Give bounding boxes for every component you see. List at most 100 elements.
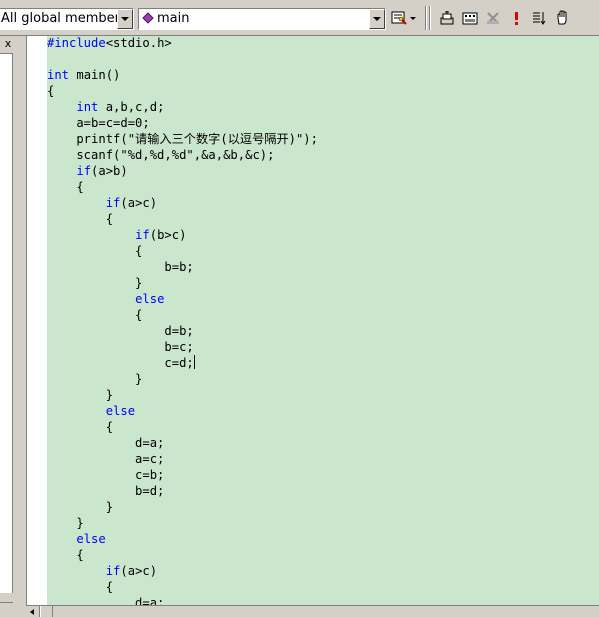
members-filter-combo[interactable]: All global members	[0, 8, 134, 30]
code-text: }	[47, 372, 143, 386]
code-line[interactable]: b=c;	[47, 339, 194, 355]
code-line[interactable]: b=d;	[47, 483, 164, 499]
code-text: c=d;	[47, 356, 194, 370]
code-text: }	[47, 500, 114, 514]
code-line[interactable]: {	[47, 179, 83, 195]
code-text: {	[47, 548, 84, 562]
code-text: <stdio.h>	[105, 36, 172, 50]
code-text: (b>c)	[149, 228, 187, 242]
code-text: main()	[69, 68, 121, 82]
close-icon[interactable]: x	[1, 38, 15, 50]
code-line[interactable]: {	[47, 243, 142, 259]
code-keyword: else	[135, 292, 165, 306]
code-line[interactable]: d=a;	[47, 595, 164, 605]
workspace-panel: x	[0, 36, 18, 617]
build-icon[interactable]	[460, 8, 480, 28]
code-keyword: if	[105, 196, 121, 210]
code-keyword: if	[76, 164, 92, 178]
code-line[interactable]: if(a>c)	[47, 563, 157, 579]
code-editor[interactable]: #include<stdio.h> int main(){ int a,b,c,d…	[26, 36, 599, 605]
code-text: scanf("%d,%d,%d",&a,&b,&c);	[47, 148, 275, 162]
stop-build-icon[interactable]	[483, 8, 503, 28]
code-text: (a>b)	[91, 164, 128, 178]
code-text: d=b;	[47, 324, 194, 338]
code-text: d=a;	[47, 436, 165, 450]
code-line[interactable]: else	[47, 403, 135, 419]
function-combo[interactable]: main	[138, 8, 386, 30]
code-line[interactable]: if(a>b)	[47, 163, 128, 179]
code-line[interactable]: }	[47, 499, 113, 515]
code-line[interactable]: }	[47, 387, 113, 403]
code-text: a=c;	[47, 452, 165, 466]
code-line[interactable]: {	[47, 307, 142, 323]
code-line[interactable]: scanf("%d,%d,%d",&a,&b,&c);	[47, 147, 274, 163]
wizard-icon[interactable]	[389, 8, 409, 28]
code-line[interactable]: c=b;	[47, 467, 164, 483]
code-line[interactable]: int main()	[47, 67, 120, 83]
code-text: (a>c)	[120, 564, 158, 578]
workspace-tree[interactable]	[0, 53, 13, 593]
code-line[interactable]: if(b>c)	[47, 227, 186, 243]
code-keyword: #include	[47, 36, 106, 50]
code-line[interactable]: }	[47, 515, 83, 531]
code-text: a=b=c=d=0;	[47, 116, 150, 130]
wizard-dropdown-arrow[interactable]	[409, 8, 419, 28]
code-line[interactable]: if(a>c)	[47, 195, 157, 211]
scroll-thumb[interactable]	[40, 606, 53, 617]
go-icon[interactable]	[552, 8, 572, 28]
code-text: }	[47, 276, 143, 290]
workspace-panel-footer	[0, 602, 13, 617]
toolbar-separator	[429, 6, 431, 30]
compile-icon[interactable]	[437, 8, 457, 28]
code-keyword: else	[76, 532, 106, 546]
code-line[interactable]: }	[47, 371, 142, 387]
code-line[interactable]: c=d;	[47, 355, 195, 371]
code-line[interactable]: printf("请输入三个数字(以逗号隔开)");	[47, 131, 318, 147]
code-line[interactable]: else	[47, 291, 164, 307]
code-line[interactable]: else	[47, 531, 106, 547]
code-line[interactable]: {	[47, 419, 113, 435]
code-line[interactable]: b=b;	[47, 259, 193, 275]
code-line[interactable]: }	[47, 275, 142, 291]
code-keyword: int	[76, 100, 99, 114]
code-text: {	[47, 84, 55, 98]
code-line[interactable]: #include<stdio.h>	[47, 36, 172, 51]
code-line[interactable]: {	[47, 579, 113, 595]
wizard-toolbar: All global members main	[0, 0, 599, 36]
function-dropdown-button[interactable]	[369, 9, 385, 29]
code-keyword: if	[105, 564, 121, 578]
code-text: (a>c)	[120, 196, 158, 210]
code-text: {	[47, 308, 143, 322]
toolbar-separator	[425, 6, 427, 30]
code-text: b=c;	[47, 340, 194, 354]
code-text: }	[47, 388, 114, 402]
code-line[interactable]: a=b=c=d=0;	[47, 115, 150, 131]
code-keyword: else	[105, 404, 136, 418]
code-line[interactable]: {	[47, 211, 113, 227]
code-line[interactable]: {	[47, 83, 54, 99]
code-text: {	[47, 212, 114, 226]
horizontal-scrollbar[interactable]	[26, 605, 599, 617]
execute-icon[interactable]	[506, 8, 526, 28]
members-filter-value: All global members	[1, 11, 127, 26]
code-area[interactable]: #include<stdio.h> int main(){ int a,b,c,d…	[47, 36, 599, 605]
code-text: b=d;	[47, 484, 165, 498]
editor-gutter[interactable]	[27, 36, 47, 605]
members-dropdown-button[interactable]	[117, 9, 133, 29]
ide-window: All global members main x #include<stdio…	[0, 0, 599, 617]
code-line[interactable]: d=a;	[47, 435, 164, 451]
code-line[interactable]: a=c;	[47, 451, 164, 467]
code-line[interactable]: d=b;	[47, 323, 194, 339]
insert-breakpoint-icon[interactable]	[529, 8, 549, 28]
code-text: printf("请输入三个数字(以逗号隔开)");	[47, 132, 318, 146]
code-line[interactable]: {	[47, 547, 84, 563]
scroll-left-button[interactable]	[26, 606, 40, 617]
code-text: c=b;	[47, 468, 165, 482]
code-line[interactable]: int a,b,c,d;	[47, 99, 164, 115]
code-text: {	[47, 580, 114, 594]
